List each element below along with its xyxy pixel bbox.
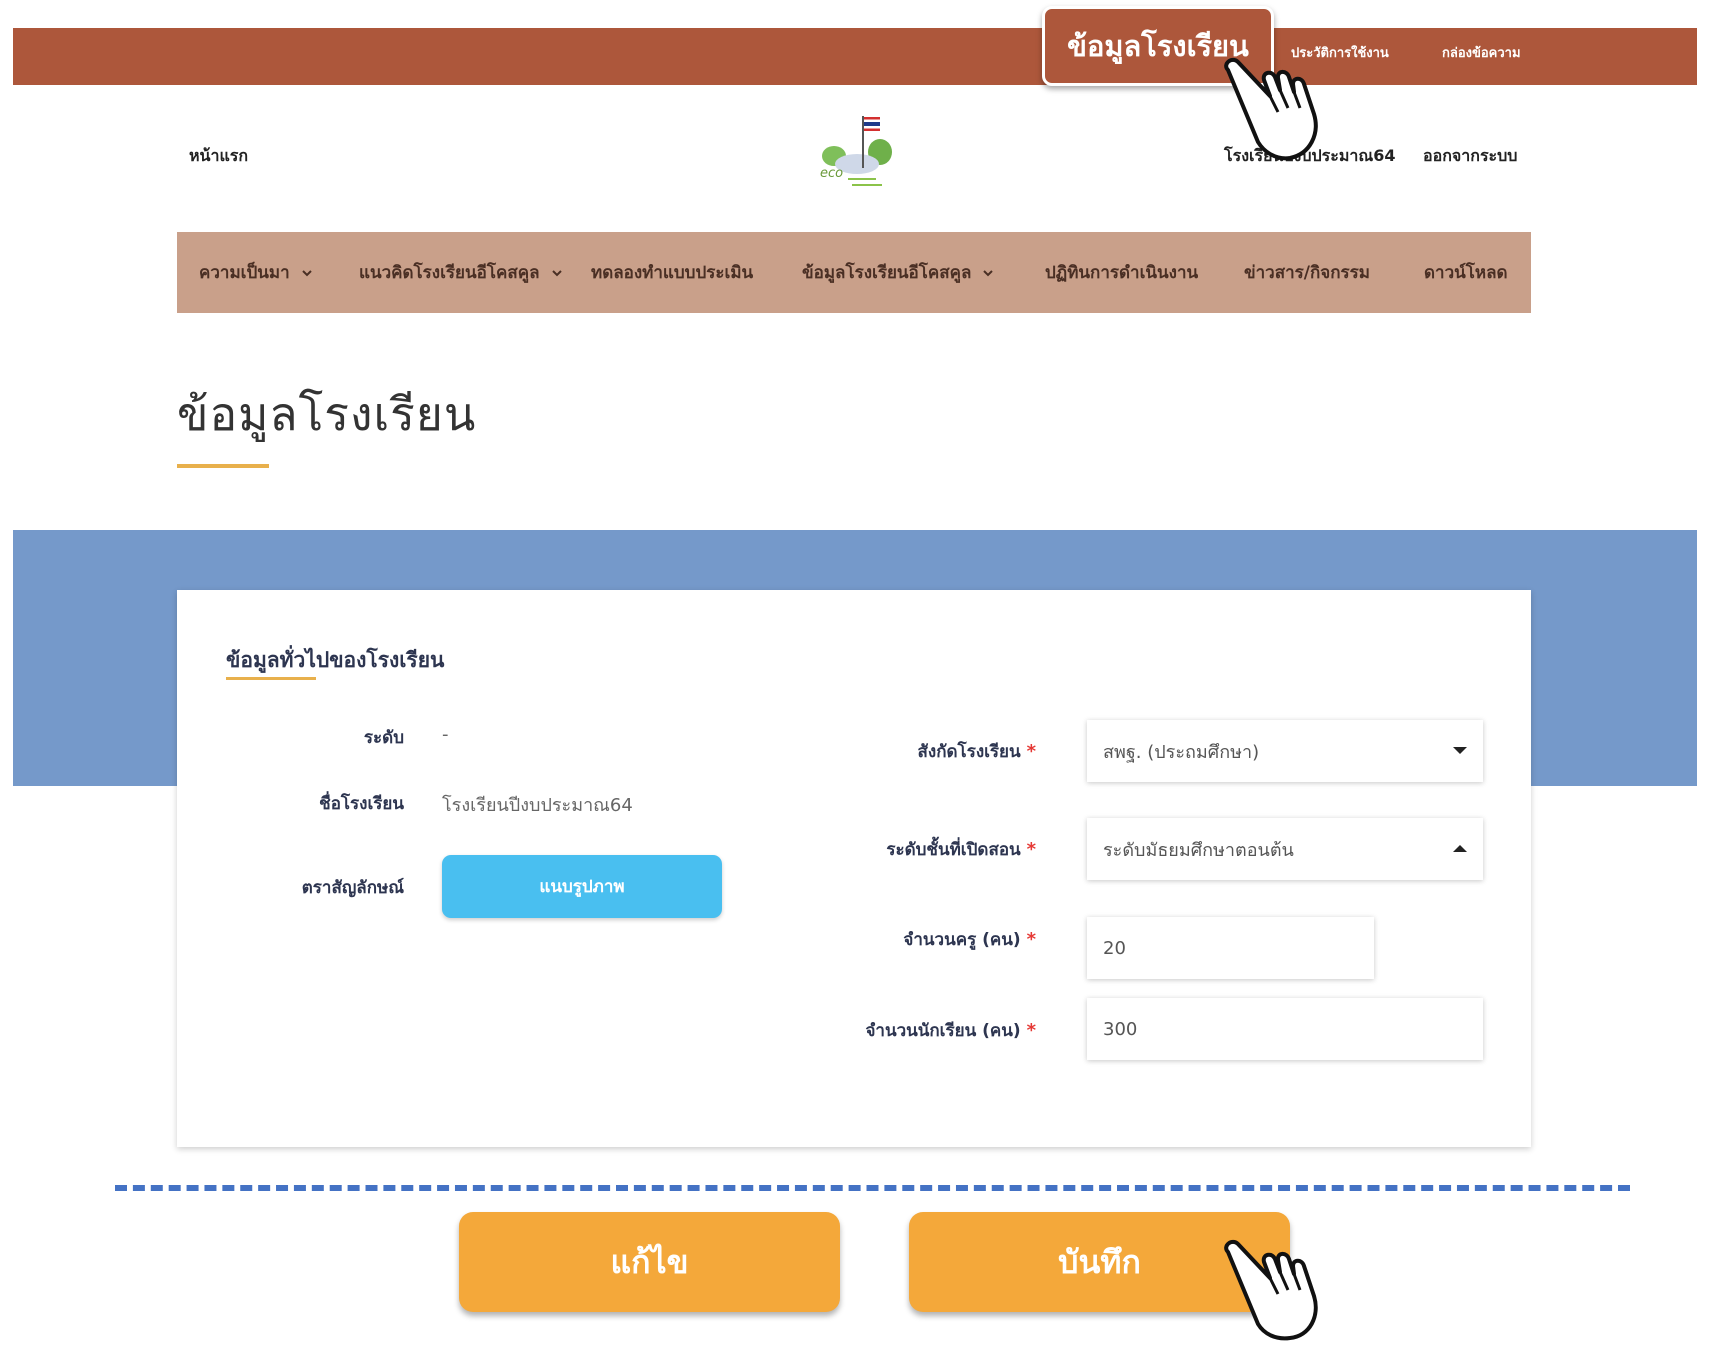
teachers-label-text: จำนวนครู (คน) bbox=[903, 930, 1021, 950]
nav-download[interactable]: ดาวน์โหลด bbox=[1424, 232, 1508, 313]
chevron-down-icon bbox=[983, 269, 994, 276]
required-mark: * bbox=[1026, 839, 1036, 860]
section-title: ข้อมูลทั่วไปของโรงเรียน bbox=[226, 648, 445, 672]
school-name-label: ชื่อโรงเรียน bbox=[319, 794, 404, 814]
logout-link[interactable]: ออกจากระบบ bbox=[1423, 144, 1517, 169]
affiliation-label-text: สังกัดโรงเรียน bbox=[917, 742, 1021, 762]
pointing-hand-icon bbox=[1218, 1234, 1348, 1341]
students-input-value: 300 bbox=[1103, 1018, 1138, 1040]
attach-image-button[interactable]: แนบรูปภาพ bbox=[442, 855, 722, 918]
teachers-input[interactable]: 20 bbox=[1087, 917, 1374, 979]
teachers-input-value: 20 bbox=[1103, 937, 1126, 959]
grade-level-label: ระดับชั้นที่เปิดสอน * bbox=[830, 836, 1036, 863]
grade-level-label-text: ระดับชั้นที่เปิดสอน bbox=[886, 840, 1021, 860]
nav-news-label: ข่าวสาร/กิจกรรม bbox=[1244, 263, 1370, 283]
logo-text: eco bbox=[820, 166, 844, 181]
page-title: ข้อมูลโรงเรียน bbox=[177, 387, 477, 441]
logo-label: ตราสัญลักษณ์ bbox=[301, 878, 404, 898]
affiliation-select-value: สพฐ. (ประถมศึกษา) bbox=[1103, 741, 1260, 763]
nav-calendar-label: ปฏิทินการดำเนินงาน bbox=[1045, 263, 1199, 283]
caret-down-icon bbox=[1453, 747, 1467, 754]
grade-level-select[interactable]: ระดับมัธยมศึกษาตอนต้น bbox=[1087, 818, 1483, 880]
required-mark: * bbox=[1026, 741, 1036, 762]
level-label: ระดับ bbox=[363, 728, 404, 748]
level-value: - bbox=[442, 724, 449, 745]
eco-school-logo[interactable]: eco bbox=[812, 112, 898, 196]
home-link[interactable]: หน้าแรก bbox=[189, 144, 248, 169]
nav-trial-assessment-label: ทดลองทำแบบประเมิน bbox=[591, 263, 754, 283]
students-label-text: จำนวนนักเรียน (คน) bbox=[865, 1021, 1021, 1041]
nav-school-info[interactable]: ข้อมูลโรงเรียนอีโคสคูล bbox=[802, 232, 995, 313]
dashed-divider bbox=[115, 1185, 1630, 1191]
students-label: จำนวนนักเรียน (คน) * bbox=[830, 1017, 1036, 1044]
chevron-down-icon bbox=[551, 269, 562, 276]
affiliation-select[interactable]: สพฐ. (ประถมศึกษา) bbox=[1087, 720, 1483, 782]
caret-up-icon bbox=[1453, 845, 1467, 852]
nav-concept-label: แนวคิดโรงเรียนอีโคสคูล bbox=[359, 263, 540, 283]
school-name-value: โรงเรียนปีงบประมาณ64 bbox=[442, 795, 633, 816]
edit-button[interactable]: แก้ไข bbox=[459, 1212, 840, 1312]
required-mark: * bbox=[1026, 929, 1036, 950]
required-mark: * bbox=[1026, 1020, 1036, 1041]
nav-calendar[interactable]: ปฏิทินการดำเนินงาน bbox=[1045, 232, 1198, 313]
pointing-hand-icon bbox=[1218, 52, 1348, 162]
section-title-underline bbox=[226, 677, 316, 680]
nav-trial-assessment[interactable]: ทดลองทำแบบประเมิน bbox=[591, 232, 753, 313]
main-nav: ความเป็นมา แนวคิดโรงเรียนอีโคสคูล ทดลองท… bbox=[177, 232, 1531, 313]
nav-history-label: ความเป็นมา bbox=[199, 263, 290, 283]
nav-download-label: ดาวน์โหลด bbox=[1424, 263, 1508, 283]
affiliation-label: สังกัดโรงเรียน * bbox=[830, 738, 1036, 765]
nav-concept[interactable]: แนวคิดโรงเรียนอีโคสคูล bbox=[359, 232, 564, 313]
grade-level-select-value: ระดับมัธยมศึกษาตอนต้น bbox=[1103, 839, 1294, 861]
nav-history[interactable]: ความเป็นมา bbox=[199, 232, 314, 313]
students-input[interactable]: 300 bbox=[1087, 998, 1483, 1060]
teachers-label: จำนวนครู (คน) * bbox=[830, 926, 1036, 953]
nav-news[interactable]: ข่าวสาร/กิจกรรม bbox=[1244, 232, 1370, 313]
title-underline bbox=[177, 464, 269, 468]
nav-school-info-label: ข้อมูลโรงเรียนอีโคสคูล bbox=[802, 263, 972, 283]
chevron-down-icon bbox=[301, 269, 312, 276]
inbox-link[interactable]: กล่องข้อความ bbox=[1442, 42, 1521, 63]
